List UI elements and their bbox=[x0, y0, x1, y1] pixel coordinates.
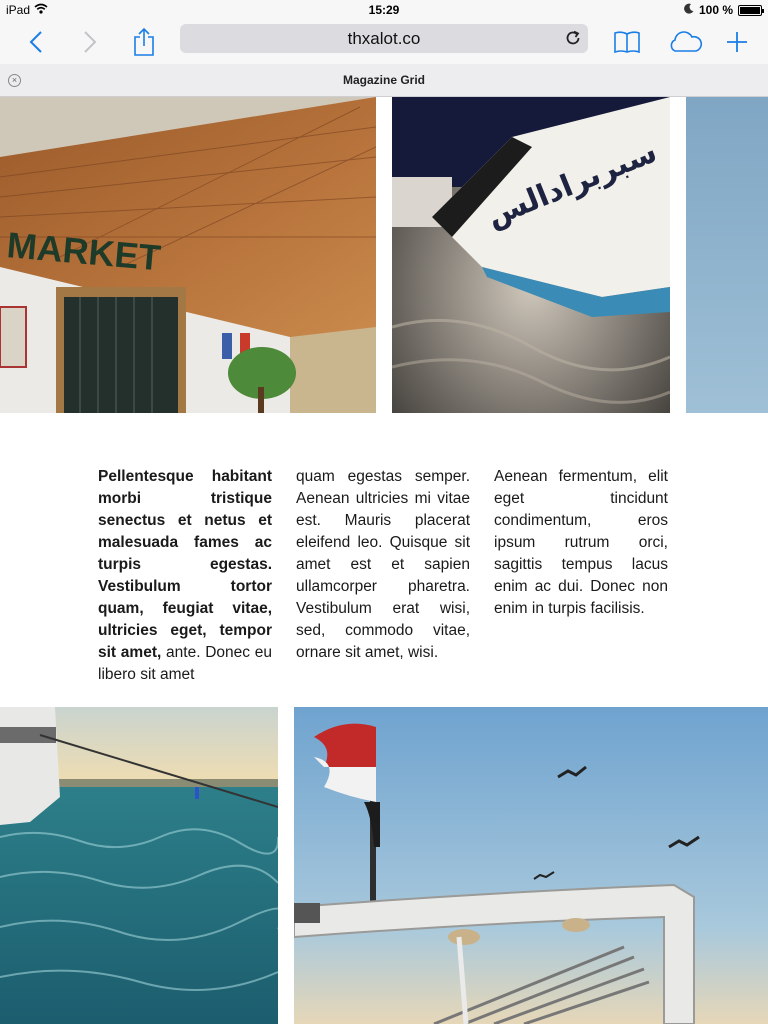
forward-icon bbox=[84, 31, 97, 53]
photo-flag bbox=[294, 707, 768, 1024]
tab-bar: × Magazine Grid bbox=[0, 64, 768, 97]
icloud-tabs-icon bbox=[670, 31, 703, 52]
photo-sea bbox=[0, 707, 278, 1024]
battery-icon bbox=[738, 4, 764, 16]
market-illustration: MARKET bbox=[0, 97, 376, 413]
battery-percent: 100 % bbox=[698, 3, 733, 17]
tab-title: Magazine Grid bbox=[342, 73, 425, 87]
new-tab-button[interactable] bbox=[721, 26, 753, 58]
article-column-2: quam egestas semper. Aenean ultricies mi… bbox=[296, 466, 470, 664]
reload-icon[interactable] bbox=[564, 29, 582, 47]
share-icon bbox=[134, 28, 154, 56]
icloud-tabs-button[interactable] bbox=[666, 26, 704, 58]
browser-toolbar: thxalot.co bbox=[0, 20, 768, 64]
forward-button[interactable] bbox=[74, 26, 106, 58]
article-col2-text: quam egestas semper. Aenean ultricies mi… bbox=[296, 468, 470, 661]
url-text: thxalot.co bbox=[347, 29, 421, 48]
bookmarks-button[interactable] bbox=[611, 26, 643, 58]
back-button[interactable] bbox=[20, 26, 52, 58]
photo-boat: سبربرادالس bbox=[392, 97, 670, 413]
moon-icon bbox=[684, 3, 694, 17]
article-col3-text: Aenean fermentum, elit eget tincidunt co… bbox=[494, 468, 668, 617]
photo-market: MARKET bbox=[0, 97, 376, 413]
clock: 15:29 bbox=[368, 3, 400, 17]
photo-sky bbox=[686, 97, 768, 413]
share-button[interactable] bbox=[128, 26, 160, 58]
status-right: 100 % bbox=[684, 3, 764, 17]
battery-fill bbox=[740, 6, 760, 14]
article-column-3: Aenean fermentum, elit eget tincidunt co… bbox=[494, 466, 668, 620]
flag-illustration bbox=[294, 707, 768, 1024]
article-lead: Pellentesque habitant morbi tristique se… bbox=[98, 468, 272, 661]
article-column-1: Pellentesque habitant morbi tristique se… bbox=[98, 466, 272, 686]
boat-illustration: سبربرادالس bbox=[392, 97, 670, 413]
address-bar[interactable]: thxalot.co bbox=[180, 24, 588, 53]
status-bar: iPad 15:29 100 % bbox=[0, 0, 768, 20]
sea-illustration bbox=[0, 707, 278, 1024]
new-tab-icon bbox=[727, 32, 747, 52]
back-icon bbox=[29, 31, 42, 53]
bookmarks-icon bbox=[614, 31, 640, 54]
